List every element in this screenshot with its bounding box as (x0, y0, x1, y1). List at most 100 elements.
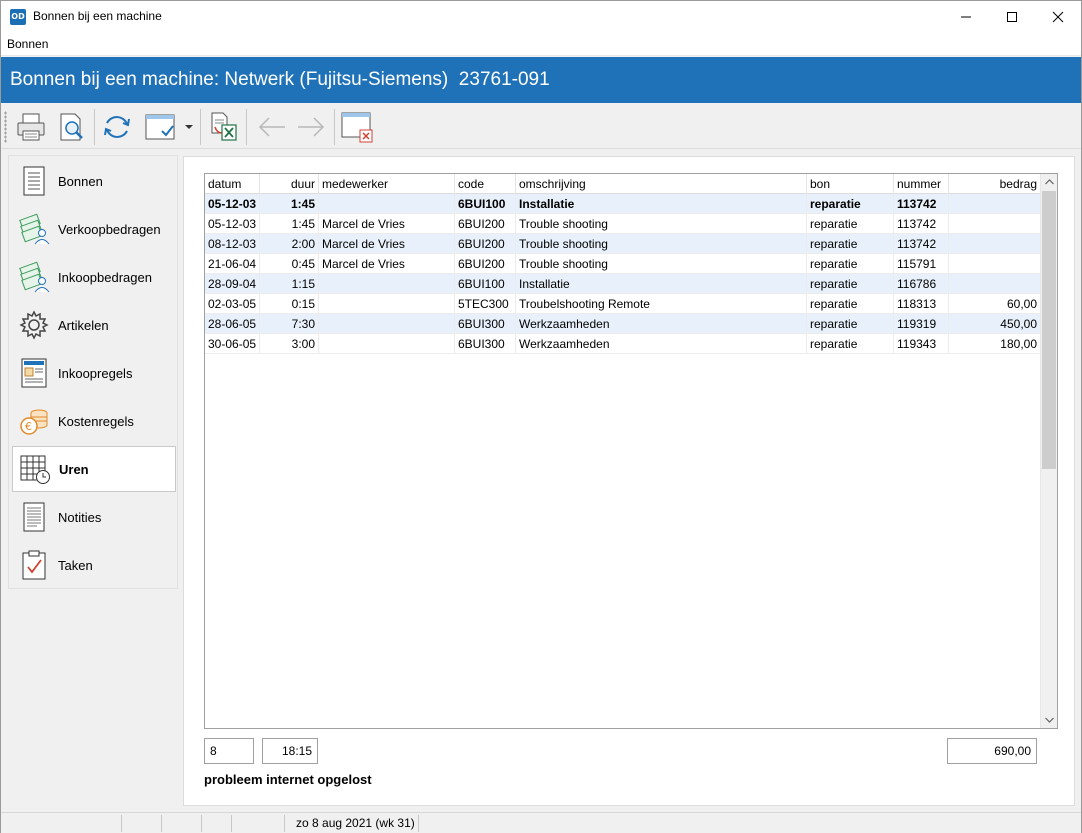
cell-code: 5TEC300 (455, 294, 516, 314)
column-header-bedrag[interactable]: bedrag (949, 174, 1041, 194)
cell-datum: 30-06-05 (205, 334, 260, 354)
print-preview-icon (60, 113, 83, 141)
vertical-scrollbar[interactable] (1040, 174, 1057, 728)
toolbar-grip[interactable] (4, 111, 7, 143)
cell-bon: reparatie (807, 294, 894, 314)
select-columns-dropdown[interactable] (181, 108, 197, 146)
toolbar-separator (246, 109, 247, 145)
select-columns-icon (145, 114, 175, 140)
column-header-code[interactable]: code (455, 174, 516, 194)
invoice-icon (17, 356, 51, 390)
table-row[interactable]: 28-06-05 7:30 6BUI300 Werkzaamheden reparati… (205, 314, 1041, 334)
cell-bon: reparatie (807, 274, 894, 294)
cell-datum: 02-03-05 (205, 294, 260, 314)
sidebar-item-label: Inkoopregels (58, 365, 133, 381)
column-header-omschrijving[interactable]: omschrijving (516, 174, 807, 194)
table-row[interactable]: 02-03-05 0:15 5TEC300 Troubelshooting Remot… (205, 294, 1041, 314)
svg-text:€: € (25, 420, 32, 433)
column-header-duur[interactable]: duur (260, 174, 319, 194)
toolbar-separator (94, 109, 95, 145)
cell-bedrag (949, 194, 1041, 214)
column-header-datum[interactable]: datum (205, 174, 260, 194)
maximize-button[interactable] (989, 1, 1035, 32)
close-icon (1052, 11, 1064, 22)
sidebar-item-uren[interactable]: Uren (12, 446, 176, 492)
content-panel: datum duur medewerker code omschrijving … (183, 156, 1075, 806)
column-header-medewerker[interactable]: medewerker (319, 174, 455, 194)
table-row[interactable]: 30-06-05 3:00 6BUI300 Werkzaamheden reparati… (205, 334, 1041, 354)
column-header-bon[interactable]: bon (807, 174, 894, 194)
cell-medewerker (319, 314, 455, 334)
sidebar-item-bonnen[interactable]: Bonnen (12, 158, 176, 204)
cell-medewerker: Marcel de Vries (319, 254, 455, 274)
cell-bedrag (949, 254, 1041, 274)
page-title: Bonnen bij een machine: Netwerk (Fujitsu… (10, 69, 550, 90)
window-title: Bonnen bij een machine (33, 9, 162, 23)
cell-medewerker: Marcel de Vries (319, 214, 455, 234)
table-row[interactable]: 05-12-03 1:45 Marcel de Vries 6BUI200 Troubl… (205, 214, 1041, 234)
table-row[interactable]: 05-12-03 1:45 6BUI100 Installatie reparatie 1… (205, 194, 1041, 214)
next-button[interactable] (292, 108, 330, 146)
sidebar-item-label: Kostenregels (58, 413, 134, 429)
menu-item-bonnen[interactable]: Bonnen (7, 37, 48, 51)
column-header-nummer[interactable]: nummer (894, 174, 949, 194)
minimize-icon (961, 16, 971, 17)
cell-duur: 2:00 (260, 234, 319, 254)
cell-bedrag: 180,00 (949, 334, 1041, 354)
sidebar-item-kostenregels[interactable]: € Kostenregels (12, 398, 176, 444)
cell-duur: 3:00 (260, 334, 319, 354)
scroll-down-button[interactable] (1041, 712, 1057, 728)
toolbar-separator (200, 109, 201, 145)
row-count-field: 8 (204, 738, 254, 764)
calendar-clock-icon (18, 452, 52, 486)
sidebar-item-label: Bonnen (58, 173, 103, 189)
app-logo-icon: OD (10, 9, 26, 25)
chevron-up-icon (1044, 179, 1054, 185)
page-header: Bonnen bij een machine: Netwerk (Fujitsu… (1, 57, 1081, 103)
cell-omschrijving: Werkzaamheden (516, 334, 807, 354)
sidebar-item-inkoopregels[interactable]: Inkoopregels (12, 350, 176, 396)
cell-duur: 7:30 (260, 314, 319, 334)
table-row[interactable]: 28-09-04 1:15 6BUI100 Installatie reparatie 1… (205, 274, 1041, 294)
arrow-right-icon (298, 117, 325, 137)
cell-nummer: 113742 (894, 194, 949, 214)
close-window-button[interactable] (338, 108, 376, 146)
cell-code: 6BUI100 (455, 274, 516, 294)
gear-icon (17, 308, 51, 342)
toolbar (1, 103, 1081, 149)
cell-nummer: 113742 (894, 214, 949, 234)
sidebar-item-notities[interactable]: Notities (12, 494, 176, 540)
cell-medewerker: Marcel de Vries (319, 234, 455, 254)
scroll-up-button[interactable] (1041, 174, 1057, 190)
export-excel-button[interactable] (204, 108, 242, 146)
sidebar-item-inkoopbedragen[interactable]: Inkoopbedragen (12, 254, 176, 300)
table-header: datum duur medewerker code omschrijving … (205, 174, 1041, 194)
document-icon (17, 164, 51, 198)
cell-medewerker (319, 194, 455, 214)
previous-button[interactable] (253, 108, 291, 146)
close-button[interactable] (1035, 1, 1081, 32)
cell-datum: 08-12-03 (205, 234, 260, 254)
cell-datum: 05-12-03 (205, 194, 260, 214)
cell-bon: reparatie (807, 314, 894, 334)
select-columns-button[interactable] (142, 108, 180, 146)
cell-nummer: 118313 (894, 294, 949, 314)
sidebar-item-verkoopbedragen[interactable]: Verkoopbedragen (12, 206, 176, 252)
print-preview-button[interactable] (52, 108, 90, 146)
sidebar-item-taken[interactable]: Taken (12, 542, 176, 588)
sidebar-item-label: Taken (58, 557, 93, 573)
scrollbar-thumb[interactable] (1042, 191, 1056, 469)
print-button[interactable] (12, 108, 50, 146)
cell-duur: 1:15 (260, 274, 319, 294)
hours-table[interactable]: datum duur medewerker code omschrijving … (204, 173, 1058, 729)
refresh-button[interactable] (98, 108, 136, 146)
table-row[interactable]: 21-06-04 0:45 Marcel de Vries 6BUI200 Troubl… (205, 254, 1041, 274)
money-person-icon (17, 260, 51, 294)
refresh-icon (104, 116, 130, 138)
cell-bedrag: 450,00 (949, 314, 1041, 334)
sidebar: Bonnen Verkoopbedragen Inkoopbedragen Ar… (8, 155, 178, 589)
maximize-icon (1007, 11, 1017, 22)
minimize-button[interactable] (943, 1, 989, 32)
sidebar-item-artikelen[interactable]: Artikelen (12, 302, 176, 348)
table-row[interactable]: 08-12-03 2:00 Marcel de Vries 6BUI200 Troubl… (205, 234, 1041, 254)
